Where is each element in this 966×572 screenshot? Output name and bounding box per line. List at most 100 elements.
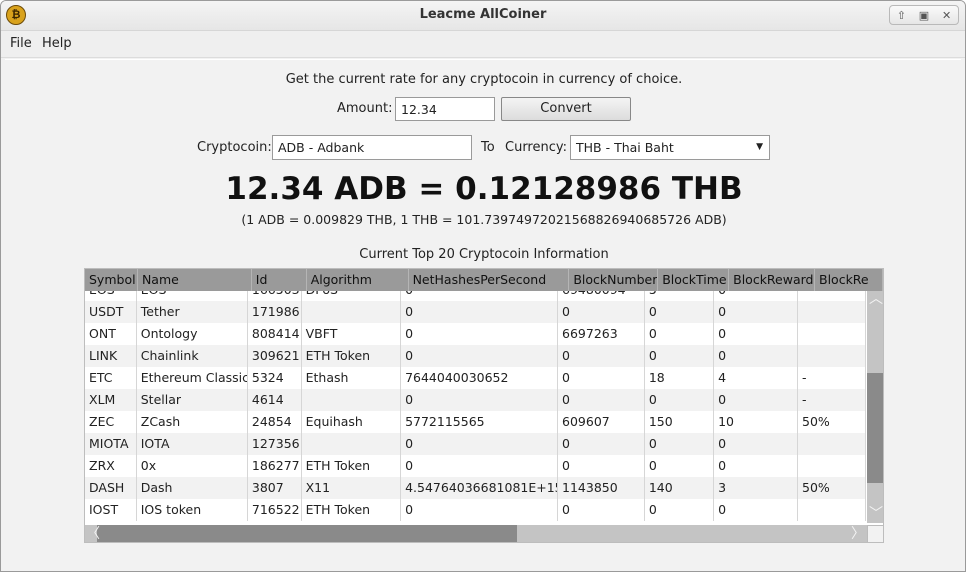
column-header[interactable]: BlockNumber [569,269,659,291]
table-row[interactable]: DASH Dash 3807 X11 4.54764036681081E+15 11438… [85,477,866,499]
table-cell [798,433,866,455]
menu-file[interactable]: File [10,36,32,51]
table-caption: Current Top 20 Cryptocoin Information [359,247,609,262]
table-row[interactable]: ZEC ZCash 24854 Equihash 5772115565 609607 150… [85,411,866,433]
table-row[interactable]: ONT Ontology 808414 VBFT 0 6697263 0 0 [85,323,866,345]
table-cell: 808414 [248,323,302,345]
table-cell [798,291,866,301]
table-cell: 0 [558,433,645,455]
table-cell: 0 [714,291,798,301]
app-window: ₿ Leacme AllCoiner ⇧ ▣ ✕ File Help Get t… [0,0,966,572]
table-row[interactable]: ETC Ethereum Classic 5324 Ethash 76440400306… [85,367,866,389]
table-cell: DPoS [302,291,402,301]
table-row[interactable]: EOSEOS166503DPoS06948009450 [85,291,866,301]
table-cell [798,323,866,345]
table-cell: 5772115565 [401,411,559,433]
conversion-result: 12.34 ADB = 0.12128986 THB [225,171,743,207]
table-body[interactable]: EOSEOS166503DPoS06948009450USDTTether171… [85,291,866,523]
table-cell: 0 [401,323,559,345]
column-header[interactable]: Symbol [85,269,138,291]
table-header: Symbol Name Id Algorithm NetHashesPerSecond B… [85,269,883,291]
currency-select[interactable]: THB - Thai Baht ▼ [570,135,770,160]
table-cell: 609607 [558,411,645,433]
table-row[interactable]: USDT Tether 171986 0 0 0 0 [85,301,866,323]
table-row[interactable]: MIOTA IOTA 127356 0 0 0 0 [85,433,866,455]
table-cell: IOTA [137,433,248,455]
table-cell [798,499,866,521]
to-label: To [481,140,495,155]
scroll-left-icon[interactable]: 〈 [86,527,100,541]
column-header[interactable]: Algorithm [307,269,409,291]
table-cell: ZEC [85,411,137,433]
table-cell: ONT [85,323,137,345]
table-cell: ETH Token [302,455,402,477]
table-cell [798,455,866,477]
table-cell: 0 [645,323,715,345]
table-cell [798,301,866,323]
table-cell: USDT [85,301,137,323]
horizontal-scrollbar[interactable]: 〈 〉 [85,525,867,542]
table-cell: 0 [401,499,559,521]
table-cell: 0 [645,345,715,367]
table-cell: 4.54764036681081E+15 [401,477,559,499]
horizontal-scroll-thumb[interactable] [97,525,517,542]
table-cell: ZRX [85,455,137,477]
table-cell: 50% [798,411,866,433]
column-header[interactable]: Name [138,269,252,291]
currency-label: Currency: [505,140,568,155]
vertical-scroll-thumb[interactable] [867,373,883,483]
amount-input[interactable] [395,97,495,121]
table-cell: ETC [85,367,137,389]
column-header[interactable]: BlockTime [658,269,730,291]
table-cell: X11 [302,477,402,499]
table-cell: 171986 [248,301,302,323]
table-cell: 140 [645,477,715,499]
table-cell: 0 [714,301,798,323]
table-row[interactable]: LINK Chainlink 309621 ETH Token 0 0 0 0 [85,345,866,367]
table-cell: Equihash [302,411,402,433]
table-cell: Dash [137,477,248,499]
table-cell: EOS [85,291,137,301]
amount-label: Amount: [337,101,393,116]
column-header[interactable]: NetHashesPerSecond [409,269,570,291]
table-cell: 0 [714,433,798,455]
cryptocoin-input[interactable] [272,135,472,160]
table-cell: IOST [85,499,137,521]
table-row[interactable]: ZRX 0x 186277 ETH Token 0 0 0 0 [85,455,866,477]
table-cell: 0 [558,367,645,389]
table-cell: 7644040030652 [401,367,559,389]
scroll-up-icon[interactable]: ︿ [869,292,883,306]
column-header[interactable]: BlockRe [815,269,883,291]
table-cell: - [798,367,866,389]
table-cell: 18 [645,367,715,389]
table-cell: 0 [401,345,559,367]
table-cell: 50% [798,477,866,499]
close-icon[interactable]: ✕ [939,9,955,22]
restore-icon[interactable]: ▣ [916,9,932,22]
table-row[interactable]: XLM Stellar 4614 0 0 0 0- [85,389,866,411]
column-header[interactable]: Id [252,269,307,291]
maximize-up-icon[interactable]: ⇧ [893,9,909,22]
table-cell [798,345,866,367]
table-cell: 0 [401,455,559,477]
table-row[interactable]: IOST IOS token 716522 ETH Token 0 0 0 0 [85,499,866,521]
column-header[interactable]: BlockReward [729,269,815,291]
table-cell: 0 [645,389,715,411]
table-cell: 0 [401,389,559,411]
table-cell: 150 [645,411,715,433]
convert-button[interactable]: Convert [501,97,631,121]
menu-help[interactable]: Help [42,36,72,51]
scroll-down-icon[interactable]: ﹀ [869,507,883,521]
intro-text: Get the current rate for any cryptocoin … [285,72,683,87]
scroll-right-icon[interactable]: 〉 [851,527,865,541]
table-cell: 0 [401,291,559,301]
menu-bar: File Help [1,31,965,58]
vertical-scrollbar[interactable]: ︿ ﹀ [867,291,883,523]
table-cell: 3 [714,477,798,499]
table-cell: 0 [714,323,798,345]
crypto-table[interactable]: EOSEOS166503DPoS06948009450USDTTether171… [84,268,884,543]
table-cell: 0 [645,433,715,455]
table-cell: 4614 [248,389,302,411]
table-cell: 0 [558,499,645,521]
currency-select-value: THB - Thai Baht [576,140,674,155]
